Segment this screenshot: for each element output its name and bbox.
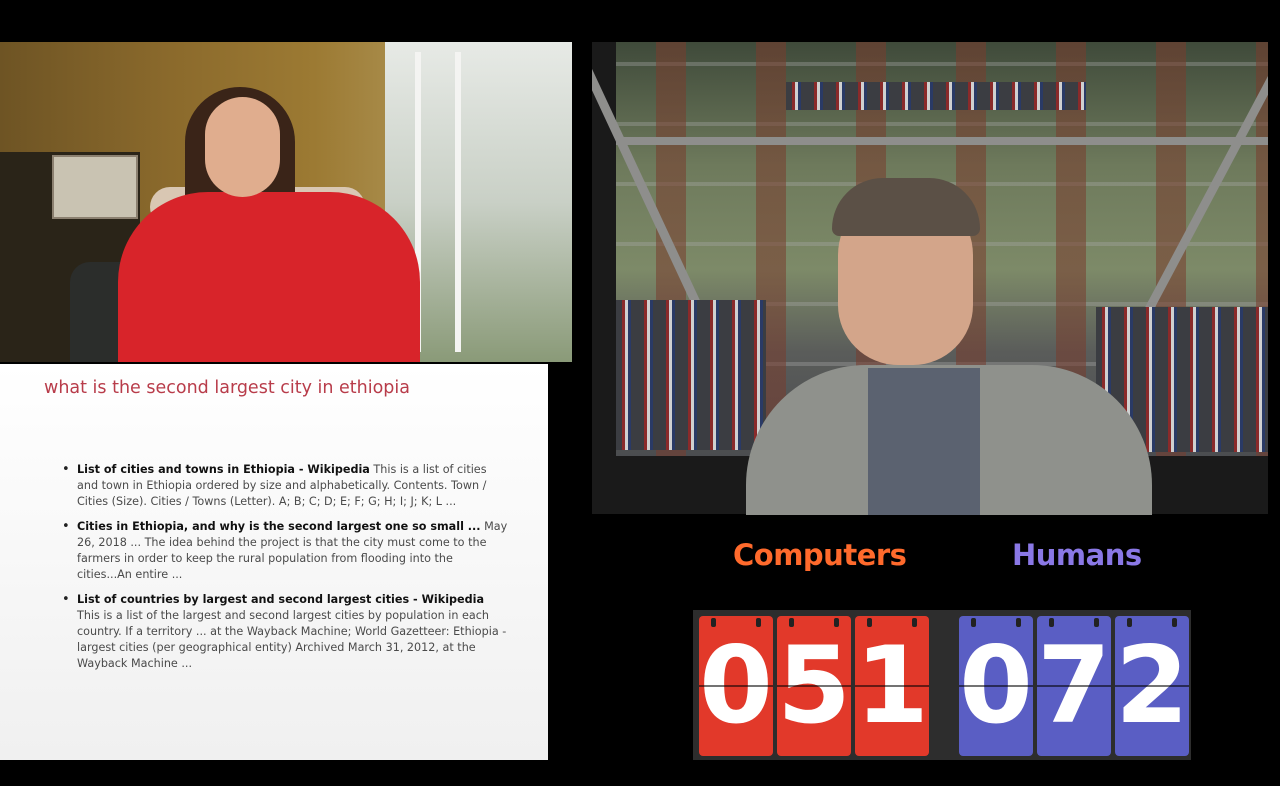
computers-digit: 5 [777, 616, 851, 756]
result-item: Cities in Ethiopia, and why is the secon… [62, 519, 510, 583]
humans-digit: 0 [959, 616, 1033, 756]
result-item: List of cities and towns in Ethiopia - W… [62, 462, 510, 510]
man-shirt [868, 368, 980, 515]
man-hair [832, 178, 980, 236]
computers-digit: 1 [855, 616, 929, 756]
result-snippet: This is a list of the largest and second… [77, 609, 507, 670]
humans-digit: 7 [1037, 616, 1111, 756]
result-title: List of countries by largest and second … [77, 593, 485, 606]
computers-label: Computers [733, 538, 907, 572]
result-item: List of countries by largest and second … [62, 592, 510, 672]
computers-digit: 0 [699, 616, 773, 756]
person-face [205, 97, 280, 197]
webcam-left-video [0, 42, 572, 362]
storage-box [52, 155, 138, 219]
results-list: List of cities and towns in Ethiopia - W… [62, 462, 510, 681]
result-title: Cities in Ethiopia, and why is the secon… [77, 520, 481, 533]
slide-title: what is the second largest city in ethio… [44, 378, 411, 398]
result-title: List of cities and towns in Ethiopia - W… [77, 463, 370, 476]
humans-digit: 2 [1115, 616, 1189, 756]
person-body [118, 192, 420, 362]
scoreboard: 0 5 1 0 7 2 [693, 610, 1191, 760]
search-results-slide: what is the second largest city in ethio… [0, 364, 548, 760]
humans-label: Humans [1012, 538, 1142, 572]
